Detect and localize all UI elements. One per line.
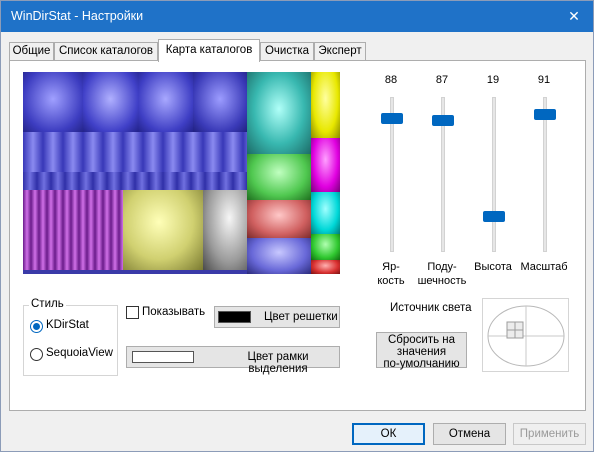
scale-label: Масштаб <box>520 261 568 273</box>
selection-frame-color-button[interactable]: Цвет рамки выделения <box>126 346 340 375</box>
light-source-picker[interactable] <box>482 298 569 372</box>
reset-defaults-button[interactable]: Сбросить на значения по-умолчанию <box>376 332 467 370</box>
height-track[interactable] <box>492 97 496 252</box>
show-grid-checkbox[interactable] <box>126 306 139 319</box>
height-label: Высота <box>474 261 512 273</box>
grid-color-button[interactable]: Цвет решетки <box>214 306 340 328</box>
sequoiaview-radio[interactable] <box>30 348 43 361</box>
sequoiaview-label[interactable]: SequoiaView <box>46 347 113 359</box>
window-title: WinDirStat - Настройки <box>11 9 144 23</box>
tab-general[interactable]: Общие <box>9 42 54 61</box>
cushion-label: Поду-шечность <box>417 261 467 287</box>
selection-frame-color-swatch <box>132 351 194 363</box>
light-source-label: Источник света <box>390 302 472 314</box>
cancel-button[interactable]: Отмена <box>433 423 506 445</box>
selection-frame-color-label: Цвет рамки выделения <box>247 351 309 375</box>
cushion-value: 87 <box>435 74 449 86</box>
brightness-label: Яр-кость <box>377 261 405 287</box>
grid-color-swatch <box>218 311 251 323</box>
scale-thumb[interactable] <box>534 109 556 120</box>
ok-button[interactable]: ОК <box>352 423 425 445</box>
kdirstat-radio[interactable] <box>30 320 43 333</box>
height-value: 19 <box>486 74 500 86</box>
kdirstat-label[interactable]: KDirStat <box>46 319 89 331</box>
settings-dialog: WinDirStat - Настройки ✕ Общие Список ка… <box>0 0 594 452</box>
tab-expert[interactable]: Эксперт <box>314 42 366 61</box>
scale-value: 91 <box>537 74 551 86</box>
treemap-preview <box>23 72 340 274</box>
grid-color-label: Цвет решетки <box>264 311 338 323</box>
brightness-value: 88 <box>384 74 398 86</box>
tab-treemap[interactable]: Карта каталогов <box>158 39 260 62</box>
title-bar: WinDirStat - Настройки ✕ <box>1 1 593 32</box>
style-group <box>23 305 118 376</box>
style-group-title: Стиль <box>29 298 66 310</box>
cushion-thumb[interactable] <box>432 115 454 126</box>
show-grid-label[interactable]: Показывать <box>142 306 205 318</box>
apply-button[interactable]: Применить <box>513 423 586 445</box>
brightness-thumb[interactable] <box>381 113 403 124</box>
light-source-ellipse-icon[interactable] <box>483 299 570 373</box>
scale-track[interactable] <box>543 97 547 252</box>
tab-cleanup[interactable]: Очистка <box>260 42 314 61</box>
tab-directory-list[interactable]: Список каталогов <box>54 42 158 61</box>
close-icon[interactable]: ✕ <box>561 5 587 27</box>
height-thumb[interactable] <box>483 211 505 222</box>
